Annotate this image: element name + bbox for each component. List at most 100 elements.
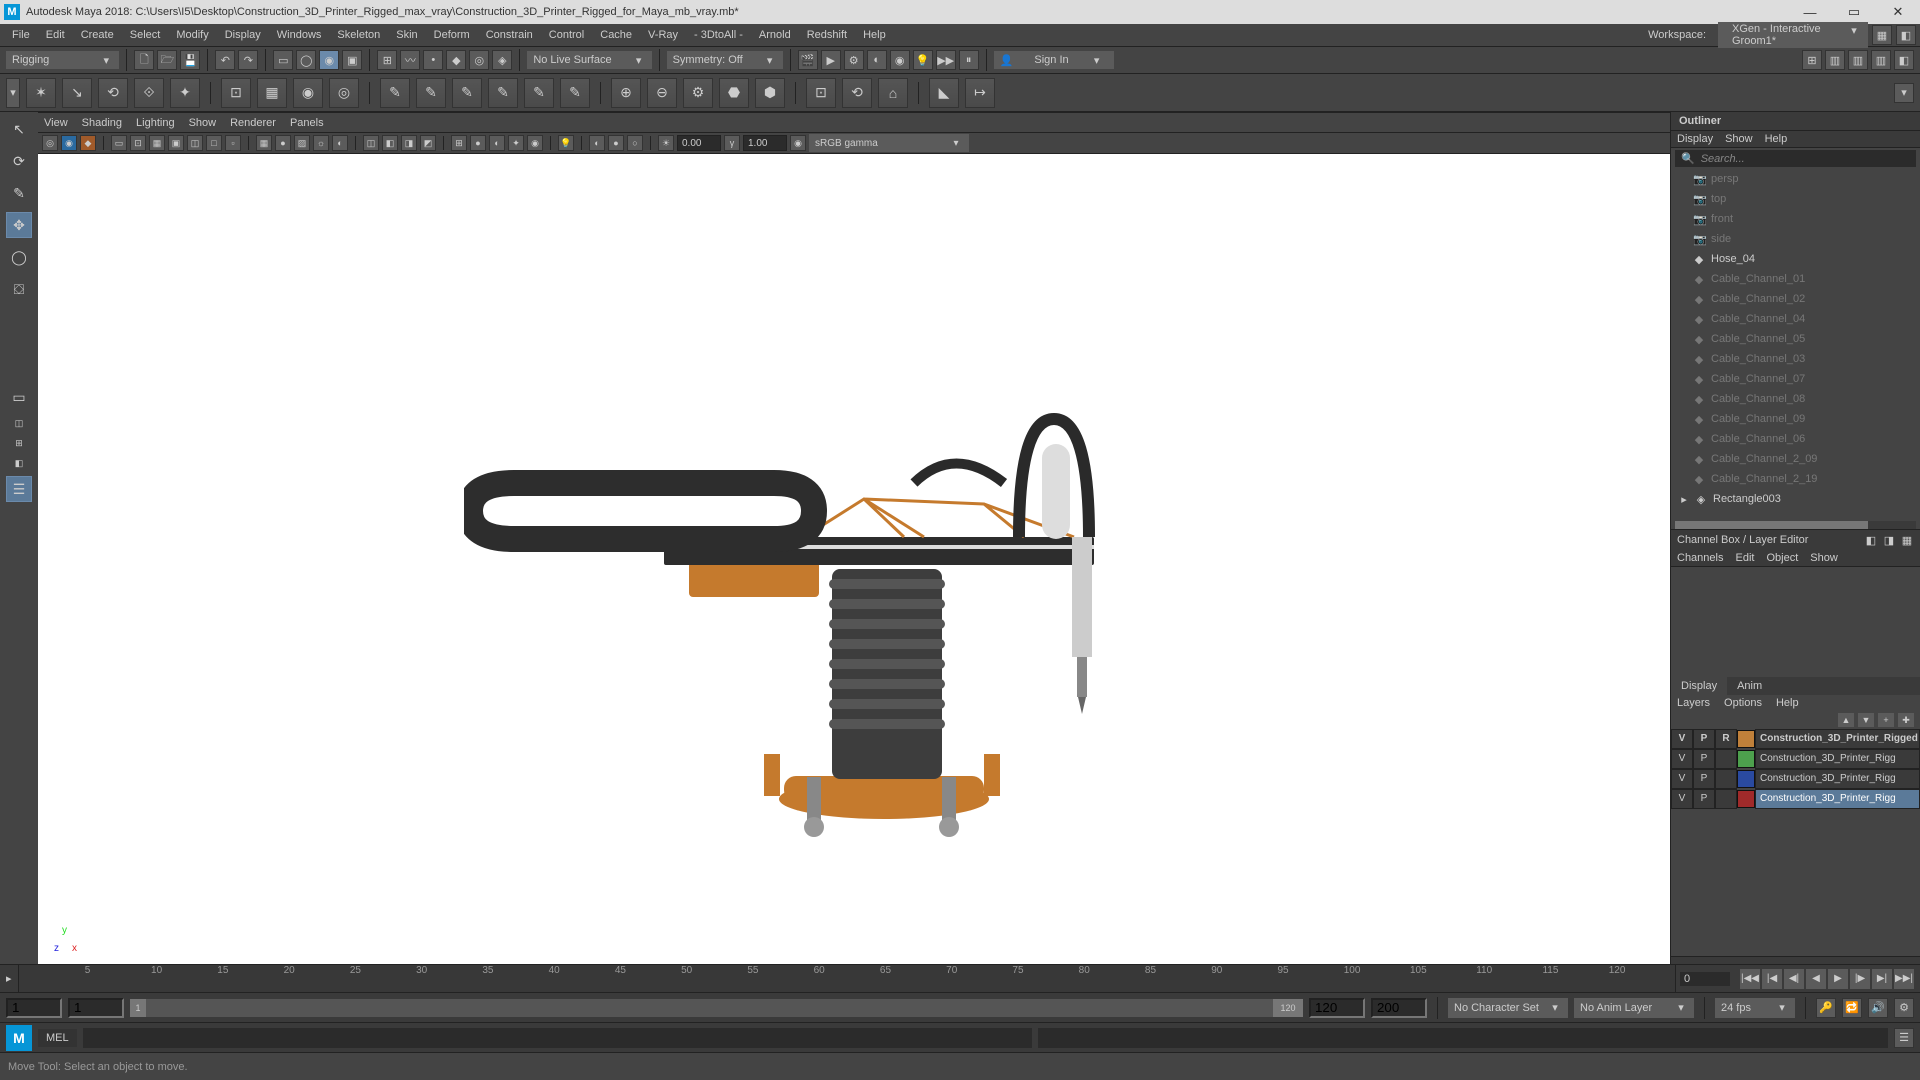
control-rig-icon[interactable]: ⟲ (842, 78, 872, 108)
image-plane-icon[interactable]: ▭ (111, 135, 127, 151)
panel-menu-panels[interactable]: Panels (290, 117, 324, 129)
menu-control[interactable]: Control (541, 29, 592, 41)
gear-icon[interactable]: ⚙ (683, 78, 713, 108)
hik-fullbody-icon[interactable]: ⬢ (755, 78, 785, 108)
sidebar-toggle-button[interactable]: ◧ (1896, 25, 1916, 45)
two-sided-icon[interactable]: ◐ (589, 135, 605, 151)
snap-curve-button[interactable]: 〰 (400, 50, 420, 70)
gamma-input[interactable] (743, 135, 787, 151)
layer-row[interactable]: VPConstruction_3D_Printer_Rigg (1671, 789, 1920, 809)
outliner-item[interactable]: 📷persp (1671, 169, 1920, 189)
modeling-toolkit-button[interactable]: ⊞ (1802, 50, 1822, 70)
select-by-type-button[interactable]: ▣ (342, 50, 362, 70)
panel-menu-lighting[interactable]: Lighting (136, 117, 175, 129)
last-tool[interactable]: ▭ (6, 384, 32, 410)
motion-blur-icon[interactable]: ◐ (489, 135, 505, 151)
outliner-item[interactable]: 📷top (1671, 189, 1920, 209)
shadows-icon[interactable]: ◐ (332, 135, 348, 151)
panel-menu-renderer[interactable]: Renderer (230, 117, 276, 129)
wrap-icon[interactable]: ✎ (488, 78, 518, 108)
menu-modify[interactable]: Modify (168, 29, 216, 41)
blend-shape-icon[interactable]: ✎ (416, 78, 446, 108)
sound-button[interactable]: 🔊 (1868, 998, 1888, 1018)
safe-title-icon[interactable]: ▫ (225, 135, 241, 151)
pose-icon[interactable]: ⊡ (806, 78, 836, 108)
paint-select-button[interactable]: ◉ (319, 50, 339, 70)
snap-grid-button[interactable]: ⊞ (377, 50, 397, 70)
range-handle-start[interactable]: 1 (130, 999, 146, 1017)
time-slider[interactable]: ▸ 51015202530354045505560657075808590951… (0, 964, 1920, 992)
textured-icon[interactable]: ▨ (294, 135, 310, 151)
range-start[interactable] (68, 998, 124, 1018)
playblast-button[interactable]: ▶▶ (936, 50, 956, 70)
menu-arnold[interactable]: Arnold (751, 29, 799, 41)
parent-constraint-icon[interactable]: ⊕ (611, 78, 641, 108)
expand-icon[interactable]: ▸ (1679, 493, 1689, 506)
symmetry-dropdown[interactable]: Symmetry: Off▾ (667, 51, 783, 69)
light-icon[interactable]: 💡 (558, 135, 574, 151)
play-back-button[interactable]: ◀ (1806, 969, 1826, 989)
quick-rig-icon[interactable]: ⌂ (878, 78, 908, 108)
menu-select[interactable]: Select (122, 29, 169, 41)
save-scene-button[interactable]: 💾 (180, 50, 200, 70)
channel-box-icons[interactable]: ◧ ◨ ▦ (1864, 533, 1914, 547)
grid-icon[interactable]: ⊞ (451, 135, 467, 151)
outliner-item[interactable]: ◆Cable_Channel_09 (1671, 409, 1920, 429)
time-slider-handle[interactable]: ▸ (0, 972, 18, 985)
scale-tool[interactable]: ⛋ (6, 276, 32, 302)
range-handle-end[interactable]: 120 (1273, 999, 1303, 1017)
colorspace-dropdown[interactable]: sRGB gamma▾ (809, 134, 969, 152)
gamma-icon[interactable]: γ (724, 135, 740, 151)
menu-windows[interactable]: Windows (269, 29, 330, 41)
menu-vray[interactable]: V-Ray (640, 29, 686, 41)
layout-four-button[interactable]: ⊞ (6, 436, 32, 450)
multisample-icon[interactable]: ✦ (508, 135, 524, 151)
layer-row[interactable]: VPRConstruction_3D_Printer_Rigged (1671, 729, 1920, 749)
outliner-list[interactable]: 📷persp📷top📷front📷side◆Hose_04◆Cable_Chan… (1671, 169, 1920, 521)
isolate-select-icon[interactable]: ◫ (363, 135, 379, 151)
bookmark-icon[interactable]: ◆ (80, 135, 96, 151)
point-constraint-icon[interactable]: ⊖ (647, 78, 677, 108)
cb-menu-edit[interactable]: Edit (1735, 552, 1754, 564)
menu-create[interactable]: Create (73, 29, 122, 41)
outliner-item[interactable]: ◆Cable_Channel_08 (1671, 389, 1920, 409)
xray-joints-icon[interactable]: ◨ (401, 135, 417, 151)
layer-row[interactable]: VPConstruction_3D_Printer_Rigg (1671, 769, 1920, 789)
select-mode-button[interactable]: ▭ (273, 50, 293, 70)
range-slider-track[interactable]: 1 120 (130, 999, 1303, 1017)
gate-mask-icon[interactable]: ▣ (168, 135, 184, 151)
outliner-toggle[interactable]: ☰ (6, 476, 32, 502)
character-set-dropdown[interactable]: No Character Set▾ (1448, 998, 1568, 1018)
command-input[interactable] (83, 1028, 1032, 1048)
menuset-dropdown[interactable]: Rigging▾ (6, 51, 119, 69)
lattice-icon[interactable]: ▦ (257, 78, 287, 108)
script-lang-label[interactable]: MEL (38, 1029, 77, 1047)
select-camera-icon[interactable]: ◎ (42, 135, 58, 151)
outliner-item[interactable]: ▸◈Rectangle003 (1671, 489, 1920, 509)
paint-tool[interactable]: ✎ (6, 180, 32, 206)
outliner-item[interactable]: ◆Cable_Channel_07 (1671, 369, 1920, 389)
bookmark-icon[interactable]: ◣ (929, 78, 959, 108)
ipr-render-button[interactable]: ▶ (821, 50, 841, 70)
pause-render-button[interactable]: ⏸ (959, 50, 979, 70)
fps-dropdown[interactable]: 24 fps▾ (1715, 998, 1795, 1018)
range-end-full[interactable] (1371, 998, 1427, 1018)
snap-plane-button[interactable]: ◆ (446, 50, 466, 70)
joint-tool-icon[interactable]: ✶ (26, 78, 56, 108)
undo-button[interactable]: ↶ (215, 50, 235, 70)
menu-skin[interactable]: Skin (388, 29, 425, 41)
insert-joint-icon[interactable]: ↘ (62, 78, 92, 108)
new-scene-button[interactable]: 🗋 (134, 50, 154, 70)
layout-single-button[interactable]: ◫ (6, 416, 32, 430)
paint-weights-icon[interactable]: ✎ (380, 78, 410, 108)
sculpt-icon[interactable]: ✎ (524, 78, 554, 108)
shelf-expand-button[interactable]: ▾ (1894, 83, 1914, 103)
script-editor-button[interactable]: ☰ (1894, 1028, 1914, 1048)
outliner-item[interactable]: ◆Cable_Channel_05 (1671, 329, 1920, 349)
outliner-item[interactable]: ◆Cable_Channel_04 (1671, 309, 1920, 329)
cb-menu-object[interactable]: Object (1766, 552, 1798, 564)
bind-skin-icon[interactable]: ◎ (329, 78, 359, 108)
layers-menu-options[interactable]: Options (1724, 697, 1762, 709)
layer-row[interactable]: VPConstruction_3D_Printer_Rigg (1671, 749, 1920, 769)
workspace-dropdown[interactable]: XGen - Interactive Groom1*▾ (1718, 22, 1868, 48)
